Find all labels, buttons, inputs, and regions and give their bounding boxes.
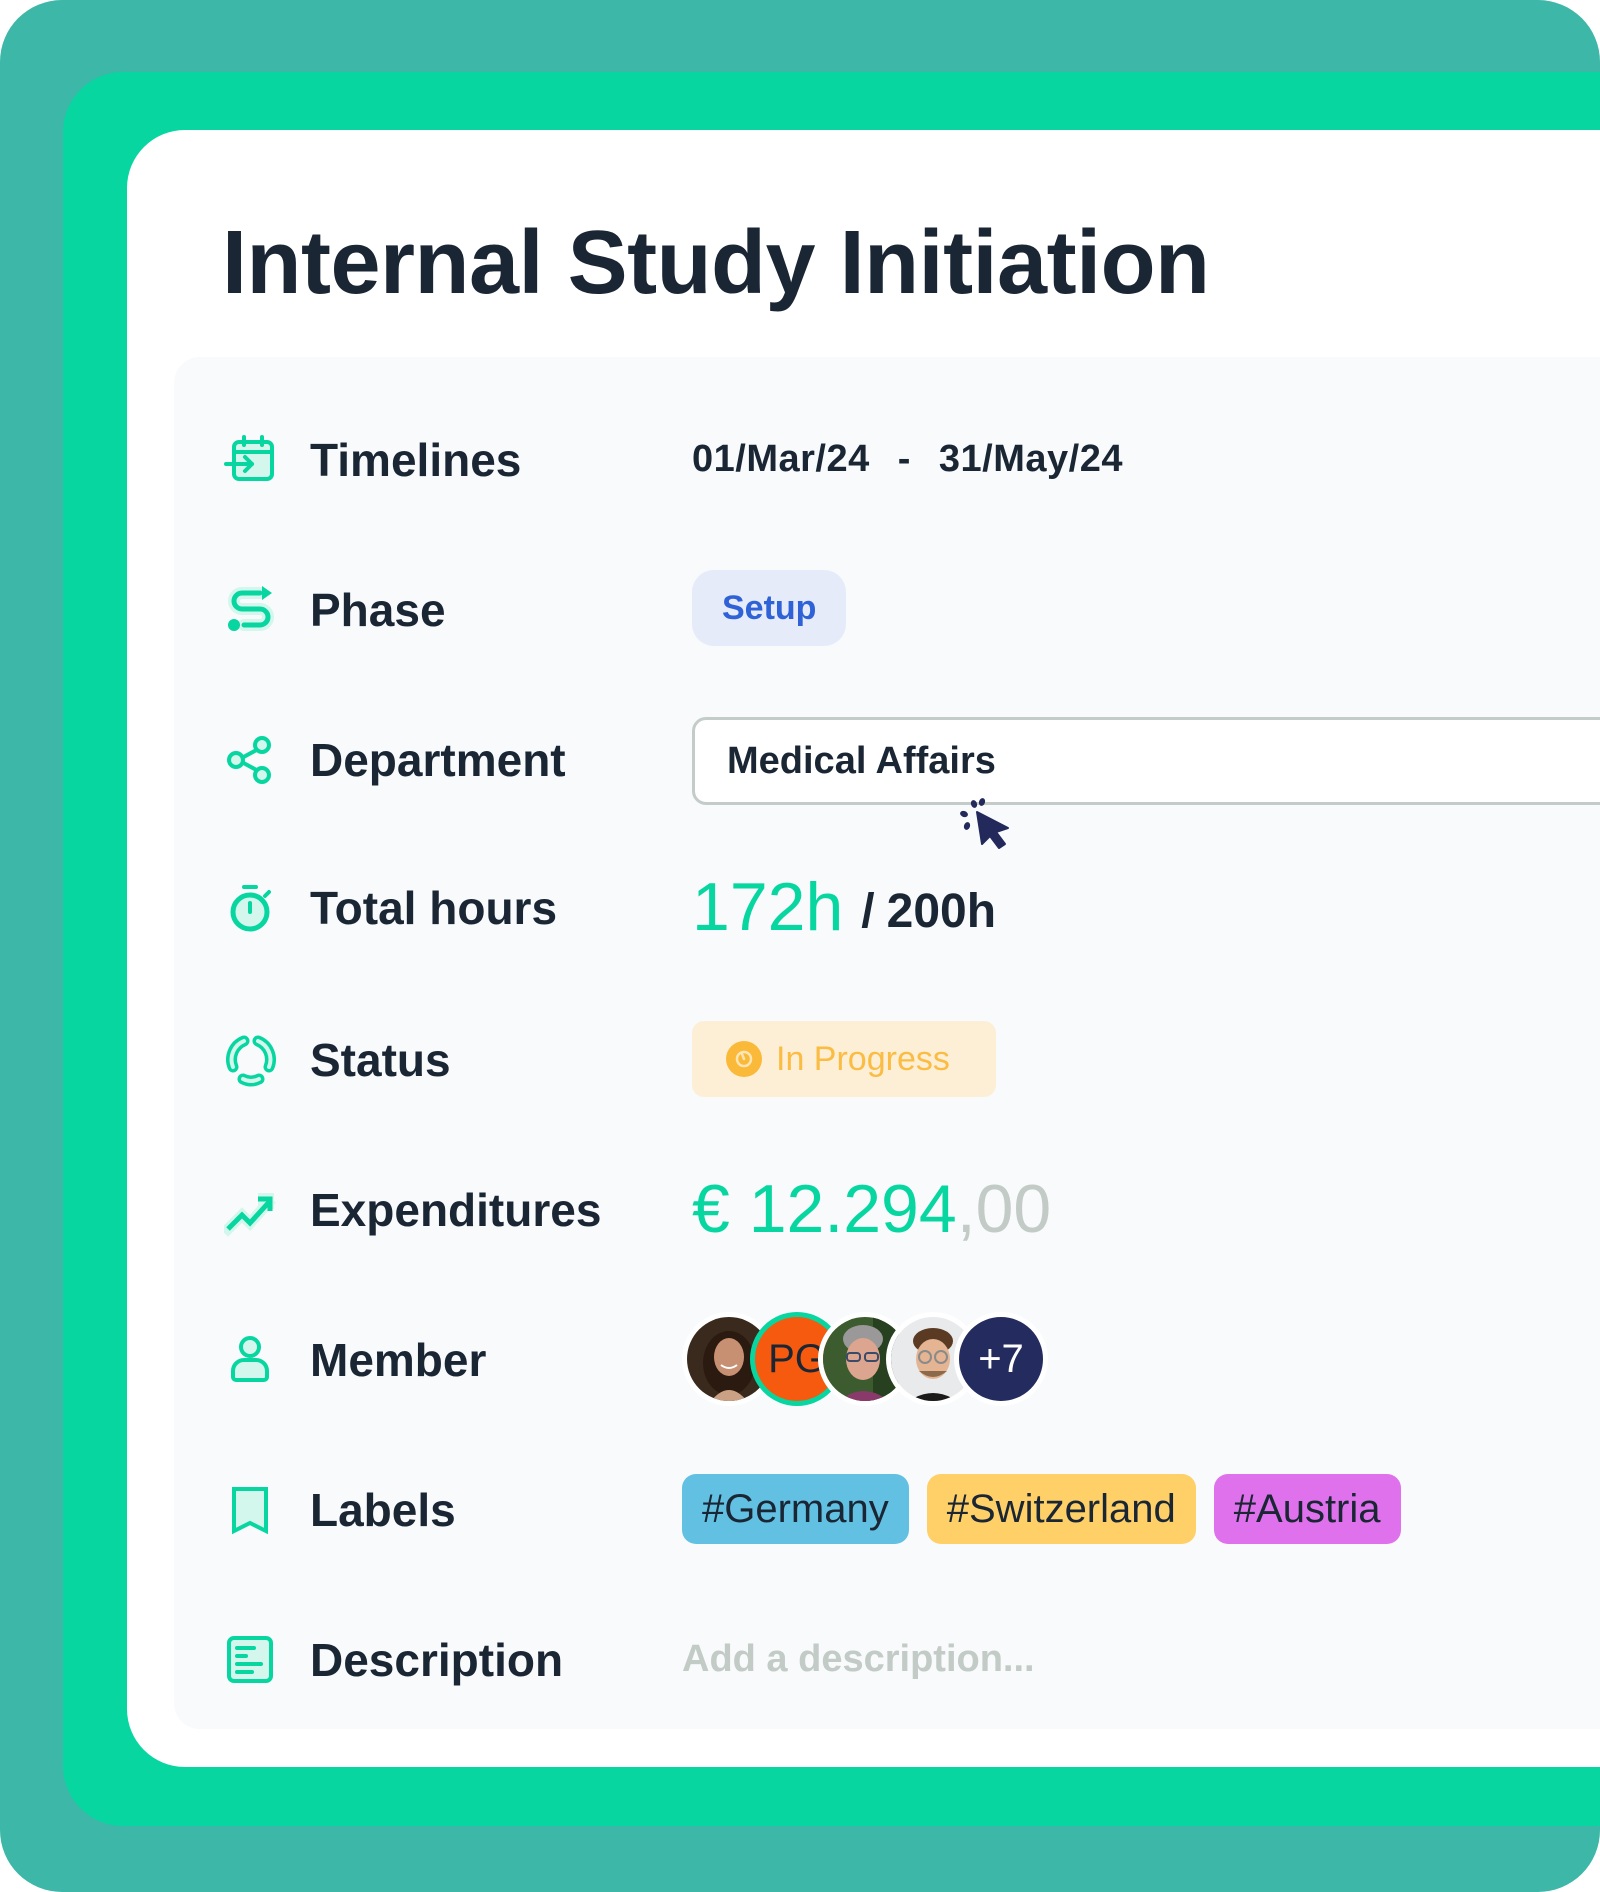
member-label: Member — [310, 1334, 487, 1386]
route-icon — [224, 583, 278, 637]
department-label: Department — [310, 734, 566, 786]
row-labels: Labels #Germany #Switzerland #Austria — [174, 1459, 1600, 1559]
stopwatch-icon — [224, 881, 278, 935]
hours-separator: / — [861, 884, 875, 938]
status-value: In Progress — [692, 1009, 996, 1109]
task-card: Internal Study Initiation Timelines 01/M… — [127, 130, 1600, 1767]
timeline-range[interactable]: 01/Mar/24 - 31/May/24 — [692, 409, 1123, 509]
date-separator: - — [897, 437, 911, 480]
in-progress-icon — [726, 1041, 762, 1077]
tag-austria[interactable]: #Austria — [1213, 1474, 1401, 1544]
share-icon — [224, 733, 278, 787]
row-description: Description Add a description... — [174, 1609, 1600, 1709]
phase-value: Setup — [692, 559, 847, 659]
expenditures-value: € 12.294,00 — [692, 1159, 1051, 1259]
more-members-button[interactable]: +7 — [954, 1312, 1048, 1406]
labels-label: Labels — [310, 1484, 456, 1536]
hours-value: 172h / 200h — [692, 857, 996, 957]
status-text: In Progress — [776, 1039, 950, 1078]
bookmark-icon — [224, 1483, 278, 1537]
label-tags: #Germany #Switzerland #Austria — [682, 1459, 1401, 1559]
tag-switzerland[interactable]: #Switzerland — [926, 1474, 1196, 1544]
department-input[interactable] — [692, 717, 1600, 805]
row-status: Status In Progress — [174, 1009, 1600, 1109]
status-badge[interactable]: In Progress — [692, 1021, 996, 1097]
member-avatars: PG +7 — [682, 1309, 1048, 1409]
description-placeholder[interactable]: Add a description... — [682, 1638, 1035, 1681]
mouse-pointer-icon — [960, 796, 1016, 852]
amount-main: € 12.294 — [692, 1171, 957, 1247]
description-label: Description — [310, 1634, 564, 1686]
row-phase: Phase Setup — [174, 559, 1600, 659]
calendar-arrow-icon — [224, 433, 278, 487]
start-date[interactable]: 01/Mar/24 — [692, 438, 870, 481]
status-cycle-icon — [224, 1033, 278, 1087]
description-field[interactable]: Add a description... — [682, 1609, 1035, 1709]
document-icon — [224, 1633, 278, 1687]
row-total-hours: Total hours 172h / 200h — [174, 857, 1600, 957]
total-hours-label: Total hours — [310, 882, 558, 934]
row-expenditures: Expenditures € 12.294,00 — [174, 1159, 1600, 1259]
row-department: Department — [174, 709, 1600, 809]
phase-label: Phase — [310, 584, 446, 636]
row-member: Member PG +7 — [174, 1309, 1600, 1409]
timelines-label: Timelines — [310, 434, 522, 486]
hours-logged: 172h — [692, 869, 844, 945]
trending-up-icon — [224, 1183, 278, 1237]
expenditures-label: Expenditures — [310, 1184, 602, 1236]
end-date[interactable]: 31/May/24 — [939, 438, 1123, 481]
user-icon — [224, 1333, 278, 1387]
tag-germany[interactable]: #Germany — [682, 1474, 909, 1544]
page-title: Internal Study Initiation — [222, 213, 1210, 313]
amount-decimals: ,00 — [956, 1171, 1052, 1247]
status-label: Status — [310, 1034, 451, 1086]
phase-chip[interactable]: Setup — [692, 570, 847, 646]
hours-budget: 200h — [886, 884, 997, 938]
more-members-count: +7 — [978, 1336, 1024, 1381]
row-timelines: Timelines 01/Mar/24 - 31/May/24 — [174, 409, 1600, 509]
properties-panel: Timelines 01/Mar/24 - 31/May/24 Phase Se… — [174, 357, 1600, 1729]
